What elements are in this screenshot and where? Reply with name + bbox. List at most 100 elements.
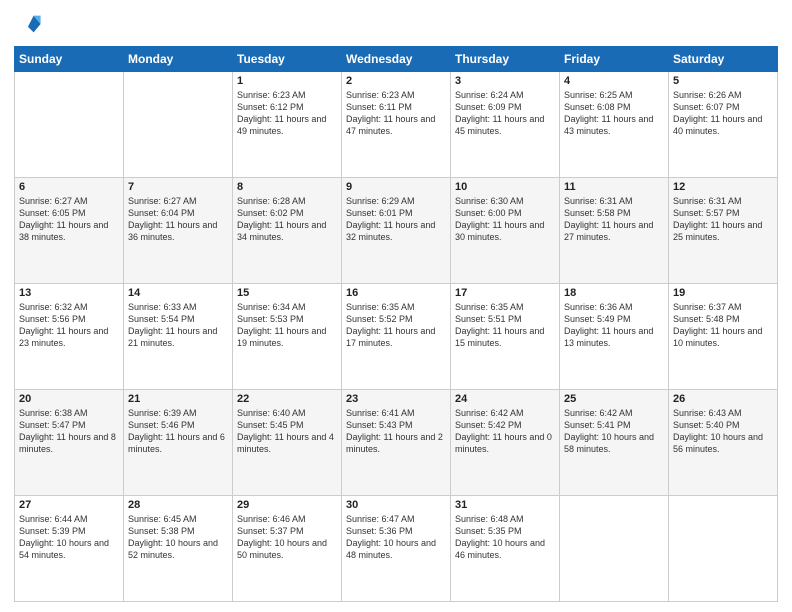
calendar-cell: 11 Sunrise: 6:31 AM Sunset: 5:58 PM Dayli… [560,178,669,284]
day-info: Sunrise: 6:47 AM Sunset: 5:36 PM Dayligh… [346,513,446,562]
page: SundayMondayTuesdayWednesdayThursdayFrid… [0,0,792,612]
calendar-cell: 15 Sunrise: 6:34 AM Sunset: 5:53 PM Dayli… [233,284,342,390]
day-info: Sunrise: 6:38 AM Sunset: 5:47 PM Dayligh… [19,407,119,456]
calendar-cell: 21 Sunrise: 6:39 AM Sunset: 5:46 PM Dayli… [124,390,233,496]
day-number: 30 [346,499,446,511]
day-number: 29 [237,499,337,511]
calendar-cell: 25 Sunrise: 6:42 AM Sunset: 5:41 PM Dayli… [560,390,669,496]
calendar-cell: 13 Sunrise: 6:32 AM Sunset: 5:56 PM Dayli… [15,284,124,390]
logo-icon [14,10,42,38]
calendar-cell: 20 Sunrise: 6:38 AM Sunset: 5:47 PM Dayli… [15,390,124,496]
day-info: Sunrise: 6:30 AM Sunset: 6:00 PM Dayligh… [455,195,555,244]
weekday-header-row: SundayMondayTuesdayWednesdayThursdayFrid… [15,47,778,72]
calendar-cell: 12 Sunrise: 6:31 AM Sunset: 5:57 PM Dayli… [669,178,778,284]
calendar-cell: 2Sunrise: 6:23 AM Sunset: 6:11 PM Daylig… [342,72,451,178]
calendar-cell: 24 Sunrise: 6:42 AM Sunset: 5:42 PM Dayli… [451,390,560,496]
weekday-header-tuesday: Tuesday [233,47,342,72]
day-number: 2 [346,75,446,87]
calendar-cell: 1 Sunrise: 6:23 AM Sunset: 6:12 PM Daylig… [233,72,342,178]
day-info: Sunrise: 6:29 AM Sunset: 6:01 PM Dayligh… [346,195,446,244]
calendar-cell: 26 Sunrise: 6:43 AM Sunset: 5:40 PM Dayli… [669,390,778,496]
day-info: Sunrise: 6:39 AM Sunset: 5:46 PM Dayligh… [128,407,228,456]
day-info: Sunrise: 6:24 AM Sunset: 6:09 PM Dayligh… [455,89,555,138]
day-number: 13 [19,287,119,299]
day-number: 22 [237,393,337,405]
day-number: 8 [237,181,337,193]
day-info: Sunrise: 6:40 AM Sunset: 5:45 PM Dayligh… [237,407,337,456]
calendar-cell: 31 Sunrise: 6:48 AM Sunset: 5:35 PM Dayli… [451,496,560,602]
calendar-cell: 29Sunrise: 6:46 AM Sunset: 5:37 PM Dayli… [233,496,342,602]
day-number: 26 [673,393,773,405]
calendar-cell: 14 Sunrise: 6:33 AM Sunset: 5:54 PM Dayli… [124,284,233,390]
day-info: Sunrise: 6:33 AM Sunset: 5:54 PM Dayligh… [128,301,228,350]
calendar-cell: 27 Sunrise: 6:44 AM Sunset: 5:39 PM Dayli… [15,496,124,602]
day-number: 14 [128,287,228,299]
day-number: 23 [346,393,446,405]
calendar-cell: 7Sunrise: 6:27 AM Sunset: 6:04 PM Daylig… [124,178,233,284]
calendar-cell: 3 Sunrise: 6:24 AM Sunset: 6:09 PM Daylig… [451,72,560,178]
day-number: 12 [673,181,773,193]
day-number: 1 [237,75,337,87]
header [14,10,778,38]
day-info: Sunrise: 6:43 AM Sunset: 5:40 PM Dayligh… [673,407,773,456]
calendar-cell: 9 Sunrise: 6:29 AM Sunset: 6:01 PM Daylig… [342,178,451,284]
day-info: Sunrise: 6:34 AM Sunset: 5:53 PM Dayligh… [237,301,337,350]
week-row-3: 13 Sunrise: 6:32 AM Sunset: 5:56 PM Dayli… [15,284,778,390]
day-info: Sunrise: 6:42 AM Sunset: 5:41 PM Dayligh… [564,407,664,456]
calendar-cell: 23Sunrise: 6:41 AM Sunset: 5:43 PM Dayli… [342,390,451,496]
day-number: 21 [128,393,228,405]
calendar-cell: 5 Sunrise: 6:26 AM Sunset: 6:07 PM Daylig… [669,72,778,178]
day-number: 28 [128,499,228,511]
weekday-header-wednesday: Wednesday [342,47,451,72]
day-number: 6 [19,181,119,193]
week-row-1: 1 Sunrise: 6:23 AM Sunset: 6:12 PM Daylig… [15,72,778,178]
day-info: Sunrise: 6:45 AM Sunset: 5:38 PM Dayligh… [128,513,228,562]
week-row-5: 27 Sunrise: 6:44 AM Sunset: 5:39 PM Dayli… [15,496,778,602]
calendar-cell: 18Sunrise: 6:36 AM Sunset: 5:49 PM Dayli… [560,284,669,390]
calendar-cell: 6Sunrise: 6:27 AM Sunset: 6:05 PM Daylig… [15,178,124,284]
week-row-2: 6Sunrise: 6:27 AM Sunset: 6:05 PM Daylig… [15,178,778,284]
calendar-cell [669,496,778,602]
day-number: 31 [455,499,555,511]
calendar-cell: 30 Sunrise: 6:47 AM Sunset: 5:36 PM Dayli… [342,496,451,602]
calendar-cell: 16Sunrise: 6:35 AM Sunset: 5:52 PM Dayli… [342,284,451,390]
day-number: 27 [19,499,119,511]
calendar-cell: 17Sunrise: 6:35 AM Sunset: 5:51 PM Dayli… [451,284,560,390]
logo [14,10,46,38]
calendar-cell: 4Sunrise: 6:25 AM Sunset: 6:08 PM Daylig… [560,72,669,178]
day-number: 3 [455,75,555,87]
day-info: Sunrise: 6:23 AM Sunset: 6:12 PM Dayligh… [237,89,337,138]
day-info: Sunrise: 6:31 AM Sunset: 5:58 PM Dayligh… [564,195,664,244]
day-number: 20 [19,393,119,405]
day-number: 11 [564,181,664,193]
day-number: 25 [564,393,664,405]
calendar-cell [15,72,124,178]
weekday-header-thursday: Thursday [451,47,560,72]
day-number: 19 [673,287,773,299]
weekday-header-friday: Friday [560,47,669,72]
day-number: 9 [346,181,446,193]
day-number: 24 [455,393,555,405]
weekday-header-monday: Monday [124,47,233,72]
day-info: Sunrise: 6:27 AM Sunset: 6:04 PM Dayligh… [128,195,228,244]
day-info: Sunrise: 6:35 AM Sunset: 5:52 PM Dayligh… [346,301,446,350]
day-info: Sunrise: 6:44 AM Sunset: 5:39 PM Dayligh… [19,513,119,562]
calendar: SundayMondayTuesdayWednesdayThursdayFrid… [14,46,778,602]
day-number: 15 [237,287,337,299]
weekday-header-saturday: Saturday [669,47,778,72]
day-info: Sunrise: 6:26 AM Sunset: 6:07 PM Dayligh… [673,89,773,138]
calendar-cell: 8Sunrise: 6:28 AM Sunset: 6:02 PM Daylig… [233,178,342,284]
day-info: Sunrise: 6:42 AM Sunset: 5:42 PM Dayligh… [455,407,555,456]
day-info: Sunrise: 6:31 AM Sunset: 5:57 PM Dayligh… [673,195,773,244]
calendar-cell [124,72,233,178]
day-info: Sunrise: 6:48 AM Sunset: 5:35 PM Dayligh… [455,513,555,562]
day-info: Sunrise: 6:37 AM Sunset: 5:48 PM Dayligh… [673,301,773,350]
calendar-cell: 22 Sunrise: 6:40 AM Sunset: 5:45 PM Dayli… [233,390,342,496]
calendar-cell: 19 Sunrise: 6:37 AM Sunset: 5:48 PM Dayli… [669,284,778,390]
day-number: 5 [673,75,773,87]
calendar-cell: 10 Sunrise: 6:30 AM Sunset: 6:00 PM Dayli… [451,178,560,284]
day-info: Sunrise: 6:32 AM Sunset: 5:56 PM Dayligh… [19,301,119,350]
day-info: Sunrise: 6:25 AM Sunset: 6:08 PM Dayligh… [564,89,664,138]
day-number: 10 [455,181,555,193]
calendar-cell [560,496,669,602]
